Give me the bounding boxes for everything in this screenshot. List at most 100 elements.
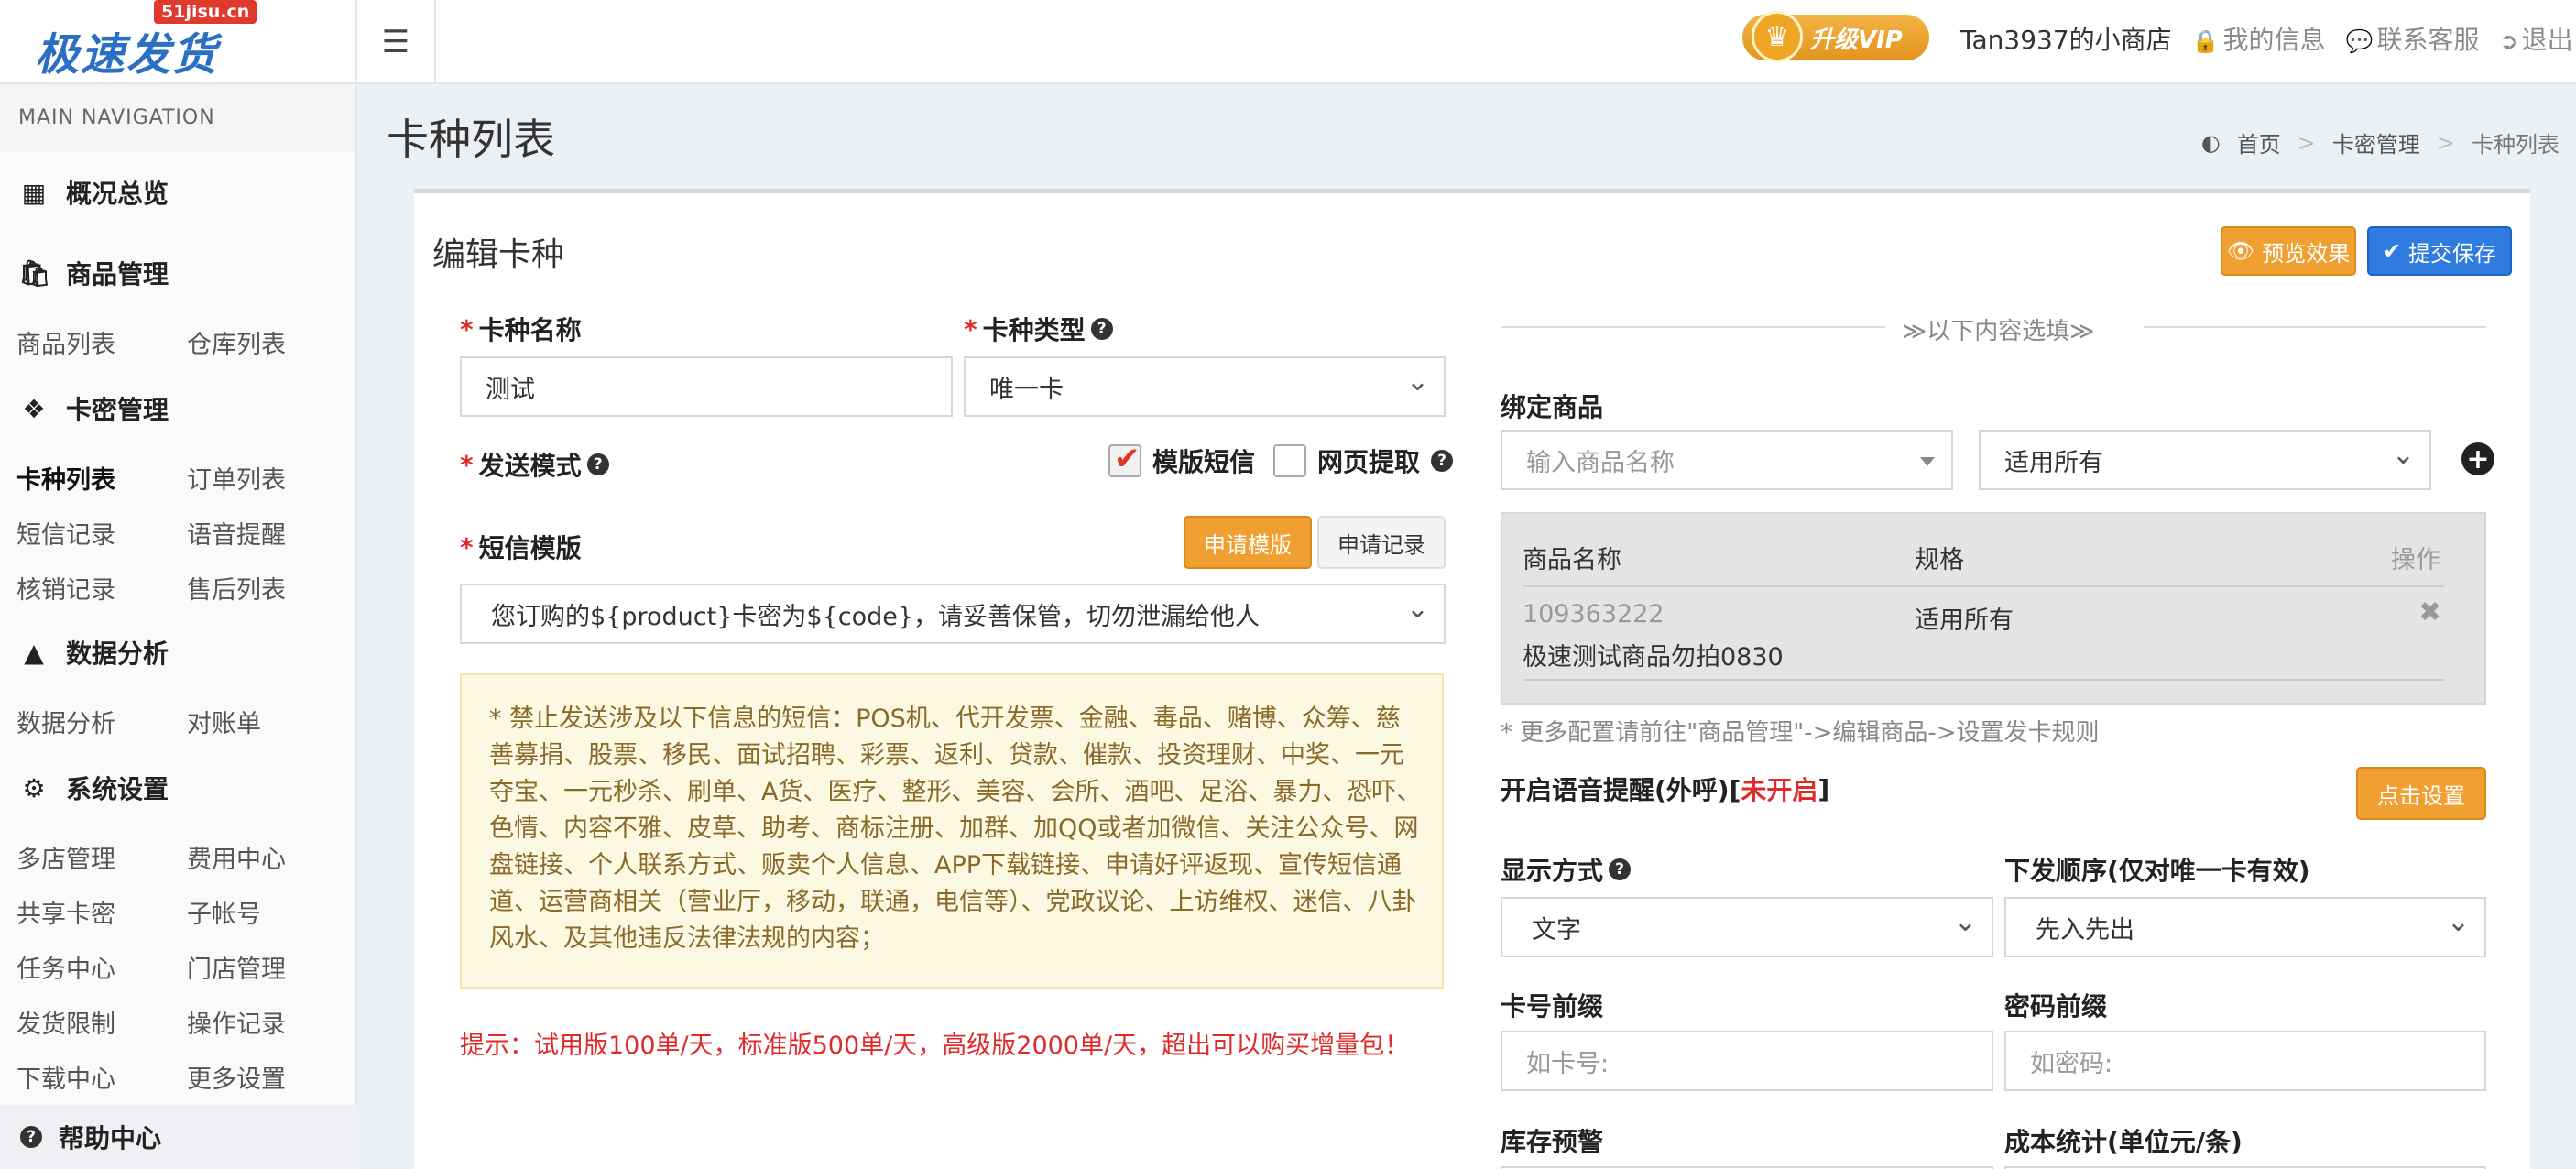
voice-settings-button[interactable]: 点击设置 — [2356, 767, 2486, 820]
breadcrumb-card[interactable]: 卡密管理 — [2332, 126, 2420, 158]
sidebar-item-reconcile[interactable]: 对账单 — [187, 704, 261, 739]
sidebar-item-warehouse-list[interactable]: 仓库列表 — [187, 324, 286, 360]
checkbox-label: 网页提取 — [1317, 447, 1421, 477]
sidebar-section-data[interactable]: ▲ 数据分析 — [18, 634, 169, 671]
password-prefix-input[interactable]: 如密码: — [2004, 1031, 2486, 1091]
card-name-input[interactable]: 测试 — [460, 356, 953, 417]
logout-label: 退出 — [2521, 25, 2573, 55]
divider-line — [1501, 326, 1885, 328]
question-icon: ? — [20, 1126, 42, 1148]
question-icon[interactable]: ? — [1431, 450, 1454, 472]
sidebar-item-after-sales[interactable]: 售后列表 — [187, 570, 286, 606]
issue-order-value: 先入先出 — [2036, 915, 2134, 945]
bound-goods-table: 商品名称 规格 操作 109363222 极速测试商品勿拍0830 适用所有 ✖ — [1501, 512, 2486, 705]
required-mark: * — [460, 313, 474, 344]
checkbox-checked[interactable] — [1108, 441, 1141, 477]
question-icon[interactable]: ? — [1090, 318, 1113, 340]
upgrade-vip-button[interactable]: ♛ 升级VIP — [1742, 11, 1929, 62]
breadcrumb-home[interactable]: 首页 — [2237, 126, 2281, 158]
sidebar-item-store-manage[interactable]: 门店管理 — [187, 949, 286, 985]
label-text: 短信模版 — [478, 533, 582, 563]
sidebar-item-ship-limit[interactable]: 发货限制 — [16, 1004, 115, 1040]
label-text: 卡种名称 — [478, 315, 582, 345]
add-goods-icon[interactable]: + — [2461, 442, 2494, 475]
sidebar-section-card[interactable]: ❖ 卡密管理 — [18, 390, 169, 427]
sms-template-select[interactable]: 您订购的${product}卡密为${code}，请妥善保管，切勿泄漏给他人 — [460, 584, 1446, 644]
sidebar-item-task-center[interactable]: 任务中心 — [16, 949, 115, 985]
sidebar-item-share-cards[interactable]: 共享卡密 — [16, 894, 115, 930]
box-title: 编辑卡种 — [432, 236, 565, 274]
question-icon[interactable]: ? — [586, 453, 609, 475]
web-fetch-checkbox[interactable]: 网页提取 ? — [1273, 442, 1454, 479]
sidebar-item-sub-accounts[interactable]: 子帐号 — [187, 894, 261, 930]
save-button[interactable]: ✔ 提交保存 — [2367, 226, 2512, 276]
password-prefix-label: 密码前缀 — [2004, 991, 2108, 1022]
stock-alert-label: 库存预警 — [1501, 1127, 1604, 1157]
support-link[interactable]: 💬 联系客服 — [2346, 20, 2480, 57]
sidebar-item-label: 概况总览 — [66, 179, 169, 209]
sidebar-item-card-types[interactable]: 卡种列表 — [16, 460, 115, 496]
sidebar-item-op-records[interactable]: 操作记录 — [187, 1004, 286, 1040]
optional-divider: ≫以下内容选填≫ — [1902, 318, 2095, 345]
sidebar-item-verify-records[interactable]: 核销记录 — [16, 570, 115, 606]
lock-icon: 🔒 — [2191, 28, 2220, 54]
logo[interactable]: 51jisu.cn 极速发货 — [0, 0, 357, 84]
card-prefix-input[interactable]: 如卡号: — [1501, 1031, 1993, 1091]
sidebar-item-data-analysis[interactable]: 数据分析 — [16, 704, 115, 739]
row-divider — [1523, 679, 2444, 681]
sms-template-value: 您订购的${product}卡密为${code}，请妥善保管，切勿泄漏给他人 — [491, 602, 1261, 631]
sidebar-item-help[interactable]: ? 帮助中心 — [0, 1105, 357, 1169]
dashboard-icon: ◐ — [2200, 129, 2221, 156]
sidebar-section-goods[interactable]: 🛍 商品管理 — [18, 255, 169, 291]
display-mode-value: 文字 — [1532, 915, 1581, 945]
card-type-select[interactable]: 唯一卡 — [964, 356, 1446, 417]
menu-toggle-icon[interactable]: ☰ — [357, 0, 436, 84]
bind-goods-label: 绑定商品 — [1501, 392, 1604, 422]
sidebar-item-more-settings[interactable]: 更多设置 — [187, 1059, 286, 1095]
area-chart-icon: ▲ — [24, 637, 44, 668]
sidebar-item-order-list[interactable]: 订单列表 — [187, 460, 286, 496]
sidebar-item-multi-store[interactable]: 多店管理 — [16, 839, 115, 875]
logout-link[interactable]: ➲ 退出 — [2499, 20, 2572, 57]
voice-status: 未开启 — [1741, 775, 1818, 805]
sidebar-item-sms-records[interactable]: 短信记录 — [16, 515, 115, 551]
display-mode-select[interactable]: 文字 — [1501, 897, 1993, 957]
sidebar-item-voice-alert[interactable]: 语音提醒 — [187, 515, 286, 551]
preview-label: 预览效果 — [2262, 240, 2351, 267]
label-text: 发送模式 — [478, 451, 582, 481]
checkbox-label: 模版短信 — [1152, 447, 1256, 477]
logout-icon: ➲ — [2499, 28, 2518, 54]
checkbox-unchecked[interactable] — [1273, 444, 1306, 477]
sidebar-section-label: 数据分析 — [66, 639, 169, 669]
label-text: ] — [1817, 773, 1830, 804]
apply-records-button[interactable]: 申请记录 — [1317, 516, 1446, 569]
issue-order-select[interactable]: 先入先出 — [2004, 897, 2486, 957]
sidebar-item-goods-list[interactable]: 商品列表 — [16, 324, 115, 360]
card-name-label: * 卡种名称 — [460, 311, 582, 347]
shop-name[interactable]: Tan3937的小商店 — [1960, 20, 2172, 57]
sidebar-item-fee-center[interactable]: 费用中心 — [187, 839, 286, 875]
sidebar-section-settings[interactable]: ⚙ 系统设置 — [18, 770, 169, 806]
preview-button[interactable]: 👁 预览效果 — [2221, 226, 2356, 276]
remove-icon[interactable]: ✖ — [2418, 596, 2441, 628]
sidebar-item-download-center[interactable]: 下载中心 — [16, 1059, 115, 1095]
my-info-link[interactable]: 🔒 我的信息 — [2192, 20, 2326, 57]
question-icon[interactable]: ? — [1609, 858, 1632, 880]
card-type-label: * 卡种类型 ? — [964, 311, 1113, 347]
sms-template-checkbox[interactable]: 模版短信 — [1108, 441, 1256, 479]
sidebar-section-label: 卡密管理 — [66, 395, 169, 425]
card-type-value: 唯一卡 — [989, 375, 1064, 404]
apply-template-button[interactable]: 申请模版 — [1184, 516, 1312, 569]
goods-name: 极速测试商品勿拍0830 — [1523, 643, 1784, 672]
upgrade-vip-label: 升级VIP — [1810, 26, 1903, 54]
goods-id: 109363222 — [1523, 600, 1665, 628]
bag-icon: 🛍 — [18, 257, 51, 289]
sidebar-section-label: 系统设置 — [66, 774, 169, 804]
required-mark: * — [460, 531, 474, 563]
chat-icon: 💬 — [2345, 28, 2374, 54]
sidebar-item-overview[interactable]: ▦ 概况总览 — [18, 174, 169, 211]
crown-icon: ♛ — [1752, 11, 1803, 62]
column-header-action: 操作 — [2391, 546, 2440, 574]
goods-spec-select[interactable]: 适用所有 — [1979, 430, 2431, 490]
goods-search-input[interactable]: 输入商品名称 — [1501, 430, 1953, 490]
